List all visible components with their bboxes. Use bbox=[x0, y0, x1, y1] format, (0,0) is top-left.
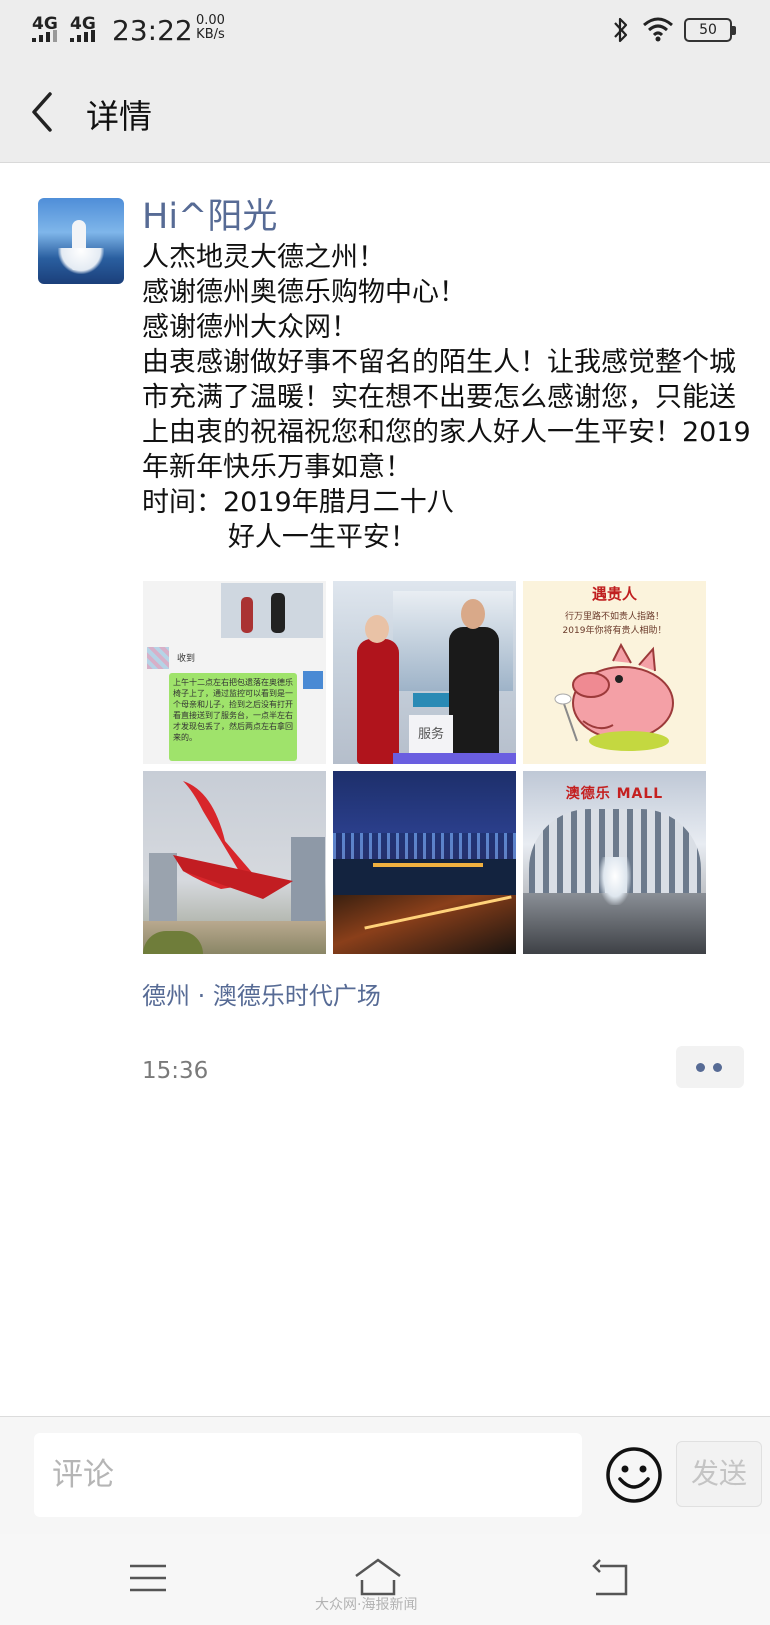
chat-sender-avatar bbox=[303, 671, 323, 689]
chat-photo-thumb bbox=[221, 583, 323, 638]
watermark-text: 大众网·海报新闻 bbox=[315, 1597, 418, 1613]
mall-sign: 澳德乐 MALL bbox=[565, 786, 664, 802]
chat-caption: 收到 bbox=[177, 654, 196, 664]
avatar-dress bbox=[58, 248, 104, 274]
signal-bars-icon bbox=[32, 30, 57, 42]
menu-icon bbox=[130, 1564, 166, 1592]
card-line2: 2019年你将有贵人相助！ bbox=[562, 626, 667, 636]
speed-unit: KB/s bbox=[196, 27, 225, 42]
return-icon bbox=[592, 1559, 628, 1596]
system-nav: 大众网·海报新闻 bbox=[0, 1534, 770, 1625]
chat-avatar bbox=[147, 647, 169, 669]
chat-screenshot-image[interactable]: 收到 上午十二点左右把包遗落在奥德乐椅子上了，通过监控可以看到是一个母亲和儿子，… bbox=[143, 581, 326, 764]
post-text: 人杰地灵大德之州！ 感谢德州奥德乐购物中心！ 感谢德州大众网！ 由衷感谢做好事不… bbox=[142, 242, 751, 553]
more-actions-button[interactable] bbox=[676, 1046, 744, 1088]
location-link[interactable]: 德州 · 澳德乐时代广场 bbox=[142, 976, 381, 1011]
card-line1: 行万里路不如贵人指路！ bbox=[564, 612, 664, 622]
return-button[interactable] bbox=[590, 1554, 650, 1604]
mall-fountain-image[interactable]: 澳德乐 MALL bbox=[523, 771, 706, 954]
foreground-streets bbox=[333, 895, 516, 954]
city-night-image[interactable] bbox=[333, 771, 516, 954]
desk-light bbox=[393, 753, 516, 764]
emoji-button[interactable] bbox=[604, 1445, 664, 1505]
pig-illustration bbox=[554, 642, 674, 751]
chevron-left-icon bbox=[32, 92, 52, 132]
chat-bubble: 上午十二点左右把包遗落在奥德乐椅子上了，通过监控可以看到是一个母亲和儿子，捡到之… bbox=[169, 673, 297, 761]
speed-value: 0.00 bbox=[196, 13, 225, 28]
bluetooth-icon bbox=[614, 17, 628, 43]
image-grid: 收到 上午十二点左右把包遗落在奥德乐椅子上了，通过监控可以看到是一个母亲和儿子，… bbox=[143, 581, 707, 954]
bag-item bbox=[413, 693, 449, 707]
avatar[interactable] bbox=[38, 198, 124, 284]
smiley-icon bbox=[606, 1447, 662, 1503]
signal-bars-icon bbox=[70, 30, 95, 42]
comment-bar: 发送 bbox=[0, 1416, 770, 1534]
dot-icon bbox=[696, 1063, 705, 1072]
service-desk-photo-image[interactable]: 服务 bbox=[333, 581, 516, 764]
comment-input[interactable] bbox=[34, 1433, 582, 1517]
battery-indicator: 50 bbox=[684, 18, 736, 42]
nav-bar: 详情 bbox=[0, 60, 770, 163]
menu-button[interactable] bbox=[124, 1554, 184, 1604]
send-button[interactable]: 发送 bbox=[676, 1441, 762, 1507]
card-title: 遇贵人 bbox=[591, 585, 637, 603]
fountain-spray bbox=[599, 857, 631, 905]
network-speed: 0.00 KB/s bbox=[196, 14, 225, 42]
dot-icon bbox=[713, 1063, 722, 1072]
page-title: 详情 bbox=[86, 97, 152, 136]
desk-sign: 服务 bbox=[409, 715, 453, 755]
man-figure bbox=[449, 627, 499, 764]
wifi-icon bbox=[643, 17, 673, 42]
pig-card-image[interactable]: 遇贵人 行万里路不如贵人指路！ 2019年你将有贵人相助！ bbox=[523, 581, 706, 764]
bridge-lights bbox=[373, 863, 483, 867]
back-button[interactable] bbox=[24, 88, 64, 136]
city-skyline bbox=[333, 833, 516, 859]
post-time: 15:36 bbox=[142, 1058, 209, 1084]
woman-figure bbox=[357, 639, 399, 764]
red-sculpture-image[interactable] bbox=[143, 771, 326, 954]
status-time: 23:22 bbox=[112, 14, 193, 47]
status-bar: 4G 4G 23:22 0.00 KB/s 50 bbox=[0, 0, 770, 60]
author-name[interactable]: Hi^阳光 bbox=[142, 188, 277, 239]
